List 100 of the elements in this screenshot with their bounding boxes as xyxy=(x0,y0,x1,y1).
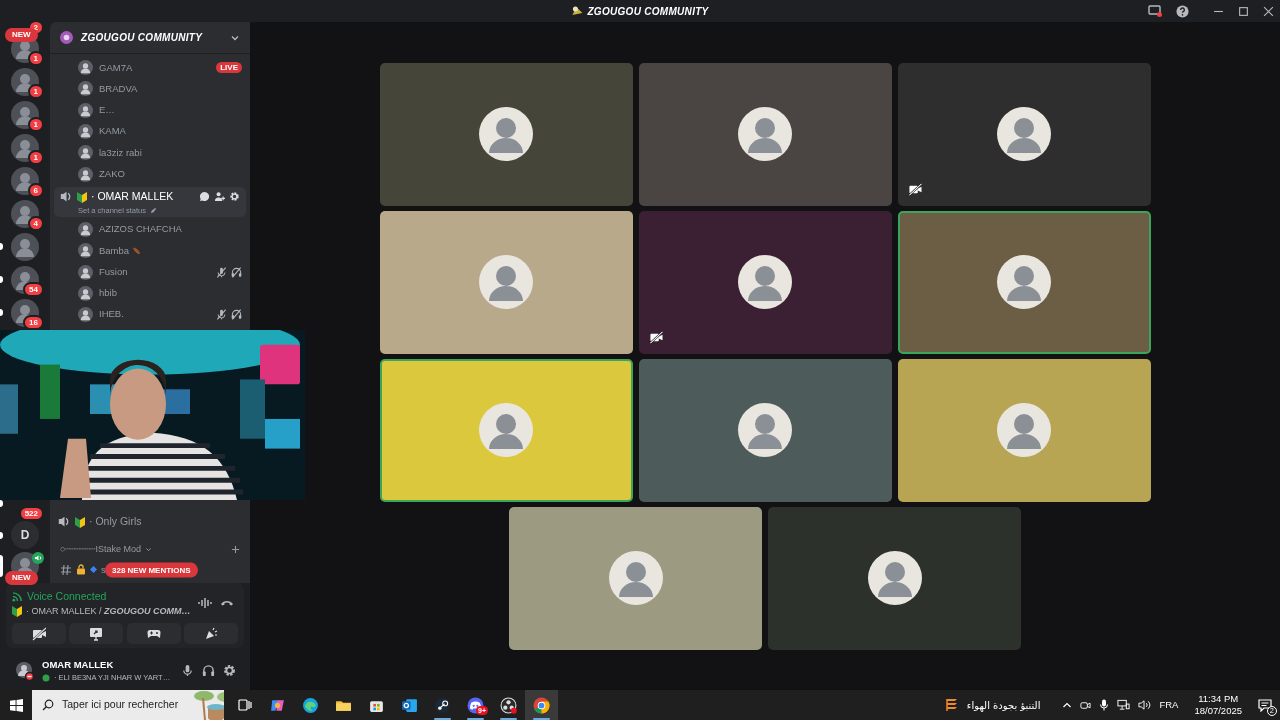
member-name[interactable]: BRADVA xyxy=(99,81,138,97)
help-icon[interactable] xyxy=(1176,4,1189,18)
pencil-icon[interactable] xyxy=(149,206,157,214)
edge-icon xyxy=(302,696,319,714)
headphones-icon[interactable] xyxy=(202,664,215,677)
user-avatar xyxy=(78,145,93,161)
user-avatar xyxy=(78,264,93,280)
soundboard-button[interactable] xyxy=(184,623,238,644)
add-icon[interactable] xyxy=(231,545,240,555)
channel-name: · OMAR MALLEK xyxy=(91,188,174,204)
hash-icon xyxy=(60,563,72,576)
member-name[interactable]: IHEB. xyxy=(99,307,124,322)
member-name[interactable]: Bamba xyxy=(99,243,130,258)
member-name[interactable]: Fusion xyxy=(99,264,128,280)
invite-icon[interactable] xyxy=(214,191,225,203)
user-avatar xyxy=(479,107,533,161)
waveform-icon[interactable] xyxy=(198,597,212,610)
server-logo-icon xyxy=(60,31,73,44)
participant-tile[interactable] xyxy=(379,62,633,206)
screen-share-icon xyxy=(89,626,104,641)
volume-icon[interactable] xyxy=(1138,699,1152,711)
user-avatar xyxy=(738,107,792,161)
notifications-icon[interactable] xyxy=(1258,698,1272,712)
member-name[interactable]: hbib xyxy=(99,286,117,301)
member-name[interactable]: E… xyxy=(99,103,115,118)
close-icon[interactable] xyxy=(1263,5,1274,17)
voice-location[interactable]: · OMAR MALLEK / ZGOUGOU COMM… xyxy=(26,604,191,618)
meet-icon[interactable] xyxy=(1080,699,1092,711)
category-name[interactable]: ○┄┄┄┄┄┄IStake Mod xyxy=(60,543,141,557)
participant-tile[interactable] xyxy=(379,358,633,502)
chevron-up-icon[interactable] xyxy=(1062,700,1073,710)
gamepad-button[interactable] xyxy=(126,623,181,644)
member-name[interactable]: AZIZOS CHAFCHA xyxy=(99,222,182,237)
outlook-icon xyxy=(401,696,418,714)
user-avatar xyxy=(738,255,792,309)
channel-name[interactable]: s xyxy=(101,562,106,577)
server-name[interactable]: ZGOUGOU COMMUNITY xyxy=(81,30,203,45)
participant-tile[interactable] xyxy=(638,62,892,206)
user-avatar xyxy=(867,551,922,605)
member-name[interactable]: la3ziz rabi xyxy=(99,145,142,160)
live-badge: LIVE xyxy=(216,62,242,74)
user-avatar xyxy=(78,60,93,76)
participant-tile[interactable] xyxy=(897,210,1151,354)
air-quality-icon xyxy=(944,697,959,713)
signal-icon xyxy=(12,591,23,603)
language-indicator[interactable]: FRA xyxy=(1159,697,1179,713)
member-name[interactable]: ZAKO xyxy=(99,167,125,182)
chrome-icon xyxy=(533,696,550,714)
participant-tile[interactable] xyxy=(897,358,1151,502)
screen-share-button[interactable] xyxy=(69,623,124,644)
user-avatar xyxy=(479,403,533,457)
soundboard-icon xyxy=(204,626,218,641)
window-title: ZGOUGOU COMMUNITY xyxy=(587,4,709,19)
status-emoji-icon xyxy=(42,673,50,682)
microphone-icon[interactable] xyxy=(181,664,194,677)
mention-count: 54 xyxy=(23,282,44,297)
user-name: OMAR MALLEK xyxy=(42,657,115,672)
clock-date[interactable]: 18/07/2025 xyxy=(1194,705,1242,717)
beginner-mark-icon xyxy=(12,605,22,618)
user-avatar xyxy=(78,243,93,259)
settings-icon[interactable] xyxy=(229,191,240,203)
member-name[interactable]: GAM7A xyxy=(99,60,133,75)
user-avatar xyxy=(78,166,93,182)
settings-icon[interactable] xyxy=(223,664,236,677)
search-field[interactable]: Taper ici pour rechercher xyxy=(32,690,224,720)
user-avatar xyxy=(78,102,93,118)
participant-tile[interactable] xyxy=(638,358,892,502)
new-unreads-tooltip[interactable]: NEW xyxy=(5,570,38,585)
member-name[interactable]: KAMA xyxy=(99,124,126,139)
participant-tile[interactable] xyxy=(379,210,633,354)
server-icon[interactable]: D xyxy=(11,521,39,550)
user-avatar xyxy=(608,551,663,605)
microphone-icon[interactable] xyxy=(1099,699,1110,711)
participant-tile[interactable] xyxy=(638,210,892,354)
app-icon xyxy=(571,5,584,17)
camera-off-icon xyxy=(32,626,46,641)
mention-count: 16 xyxy=(23,315,44,330)
chat-icon[interactable] xyxy=(199,191,210,203)
user-avatar xyxy=(997,255,1051,309)
windows-icon xyxy=(9,698,23,712)
weather-widget[interactable]: التنبؤ بجودة الهواء xyxy=(944,697,1041,713)
screen-record-icon[interactable] xyxy=(1148,5,1162,17)
clock-time[interactable]: 11:34 PM xyxy=(1198,693,1239,705)
network-icon[interactable] xyxy=(1117,699,1131,711)
speaker-icon xyxy=(60,190,73,204)
user-avatar xyxy=(78,285,93,301)
speaker-icon xyxy=(58,515,71,529)
participant-tile[interactable] xyxy=(509,506,762,650)
user-avatar[interactable] xyxy=(14,660,34,681)
participant-tile[interactable] xyxy=(768,506,1021,650)
chrome-taskbar-button[interactable] xyxy=(525,690,558,720)
participant-tile[interactable] xyxy=(897,62,1151,206)
user-avatar xyxy=(78,124,93,140)
chevron-icon[interactable] xyxy=(144,546,152,554)
voice-channel[interactable]: · Only Girls xyxy=(50,509,250,534)
new-mentions-button[interactable]: 328 NEW MENTIONS xyxy=(105,562,198,578)
user-avatar xyxy=(738,403,792,457)
maximize-icon[interactable] xyxy=(1238,5,1249,17)
beginner-mark-icon xyxy=(77,190,87,203)
camera-off-button[interactable] xyxy=(12,623,66,644)
